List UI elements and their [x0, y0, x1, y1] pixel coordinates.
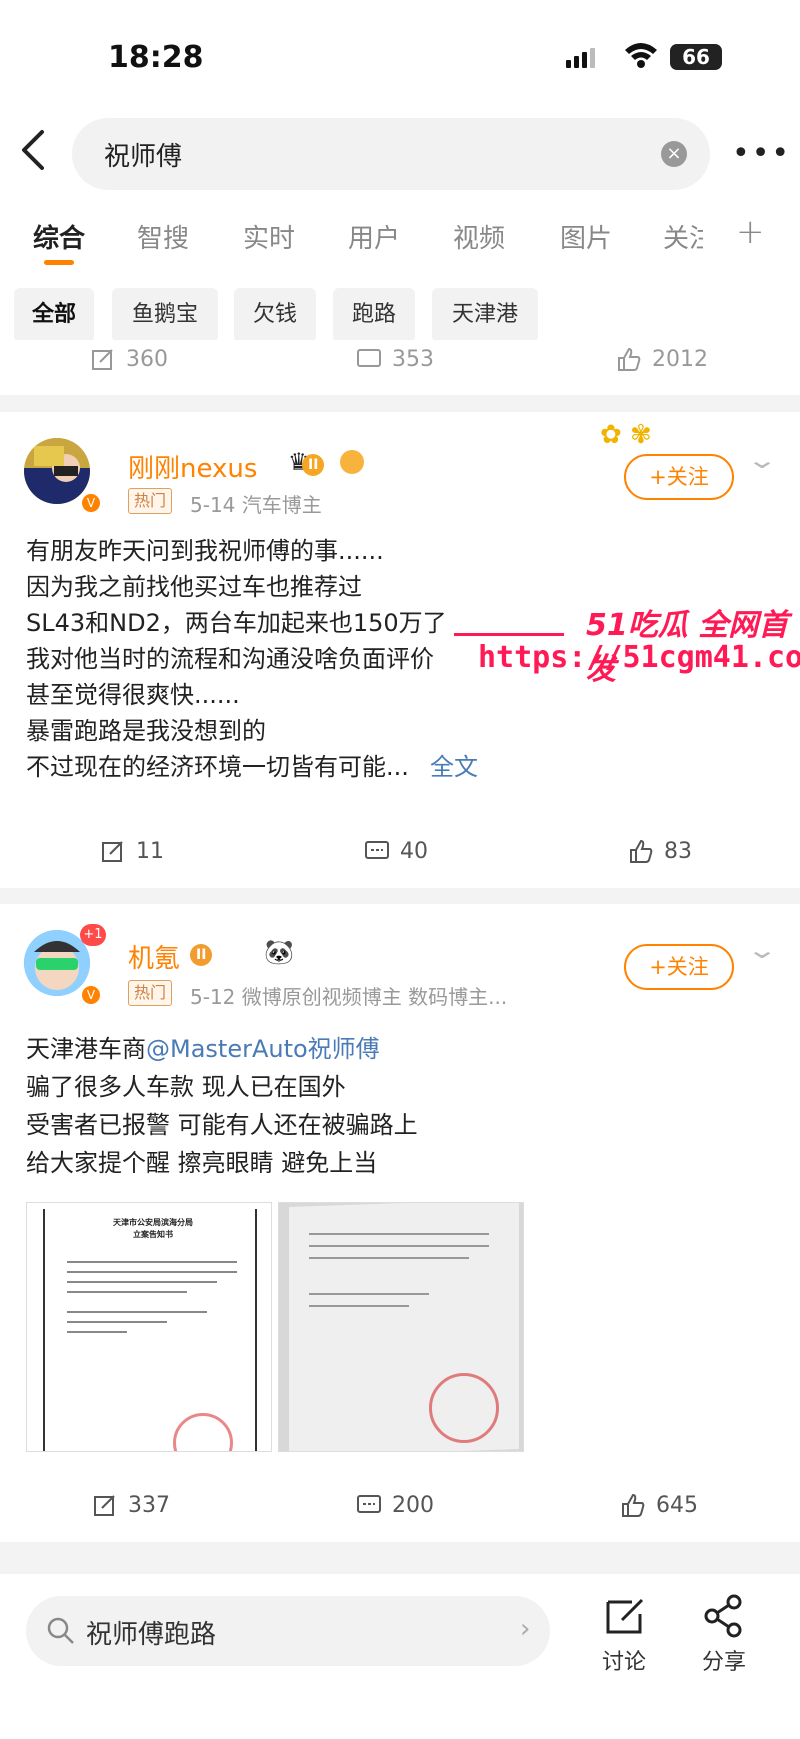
post-meta: 5-14 汽车博主 [190, 493, 322, 517]
share-label[interactable]: 分享 [702, 1644, 746, 1676]
repost-button[interactable]: 11 [100, 838, 164, 864]
repost-icon [94, 1495, 115, 1516]
post-text-line: 有朋友昨天问到我祝师傅的事...... [26, 537, 384, 565]
filter-chip[interactable]: 鱼鹅宝 [112, 288, 218, 342]
follow-button[interactable]: +关注 [624, 454, 734, 500]
hot-tag: 热门 [128, 980, 173, 1006]
watermark-line [454, 633, 564, 636]
panda-icon: 🐼 [264, 938, 294, 966]
like-button[interactable]: 645 [620, 1492, 698, 1518]
post-text-line: 受害者已报警 可能有人还在被骗路上 [26, 1111, 418, 1139]
decoration-flower-icon: ✿ ✾ [600, 420, 652, 450]
post-text-line: 给大家提个醒 擦亮眼睛 避免上当 [26, 1149, 378, 1177]
clear-icon[interactable]: × [661, 141, 687, 167]
like-icon [618, 347, 641, 371]
username[interactable]: 机氪 [128, 938, 180, 975]
like-icon [622, 1493, 645, 1517]
comment-icon [365, 841, 389, 859]
like-icon [630, 839, 653, 863]
discuss-label[interactable]: 讨论 [602, 1644, 646, 1676]
add-tab-icon[interactable]: + [736, 212, 765, 252]
status-time: 18:28 [108, 40, 204, 75]
avatar[interactable] [24, 438, 90, 504]
post-text-line: 甚至觉得很爽快...... [26, 681, 240, 709]
tab-智搜[interactable]: 智搜 [137, 218, 189, 255]
bottom-search-text: 祝师傅跑路 [86, 1620, 217, 1650]
tab-关注[interactable]: 关注 [663, 218, 703, 255]
hot-tag: 热门 [128, 488, 173, 514]
back-arrow-icon[interactable] [18, 128, 58, 178]
post-text-line: 天津港车商@MasterAuto祝师傅 [26, 1035, 380, 1063]
post-text-line: SL43和ND2，两台车加起来也150万了 [26, 609, 447, 637]
doc-title: 天津市公安局滨海分局 [113, 1218, 193, 1227]
search-query: 祝师傅 [104, 142, 183, 172]
seal-icon [429, 1373, 499, 1443]
username[interactable]: 刚刚nexus [128, 448, 257, 485]
member-icon [340, 450, 364, 474]
filter-chip[interactable]: 全部 [14, 288, 94, 342]
chevron-right-icon: › [520, 1614, 531, 1644]
post-text-line: 暴雷跑路是我没想到的 [26, 717, 266, 745]
tab-图片[interactable]: 图片 [560, 218, 612, 255]
filter-chip[interactable]: 天津港 [432, 288, 538, 342]
post-text-line: 不过现在的经济环境一切皆有可能... [26, 753, 409, 781]
tab-视频[interactable]: 视频 [453, 218, 505, 255]
post-meta: 5-12 微博原创视频博主 数码博主... [190, 985, 508, 1009]
post-image[interactable]: 天津市公安局滨海分局 立案告知书 [26, 1202, 272, 1452]
filter-chip[interactable]: 欠钱 [234, 288, 316, 342]
mention-link[interactable]: @MasterAuto祝师傅 [146, 1035, 380, 1063]
battery-indicator: 66 [670, 44, 722, 70]
filter-chip[interactable]: 跑路 [333, 288, 415, 342]
more-options-icon[interactable]: ••• [732, 136, 791, 171]
follow-button[interactable]: +关注 [624, 944, 734, 990]
expand-full-text-link[interactable]: 全文 [430, 750, 478, 785]
verified-badge-icon: V [80, 984, 102, 1006]
doc-subtitle: 立案告知书 [133, 1230, 173, 1239]
comment-icon [357, 1495, 381, 1513]
active-tab-indicator [44, 260, 74, 265]
tab-用户[interactable]: 用户 [348, 218, 400, 255]
post-image[interactable] [278, 1202, 524, 1452]
notification-badge: +1 [80, 924, 106, 946]
post-text-line: 我对他当时的流程和沟通没啥负面评价 [26, 645, 434, 673]
signal-icon [566, 48, 598, 68]
like-button[interactable]: 83 [628, 838, 692, 864]
search-icon [47, 1617, 74, 1644]
share-icon[interactable] [702, 1594, 746, 1638]
repost-icon [102, 841, 123, 862]
avatar[interactable] [24, 930, 90, 996]
like-button[interactable]: 2012 [616, 346, 708, 372]
repost-button[interactable]: 337 [92, 1492, 170, 1518]
comment-button[interactable]: 200 [356, 1492, 434, 1518]
tab-实时[interactable]: 实时 [243, 218, 295, 255]
repost-icon [92, 349, 113, 370]
chevron-down-icon[interactable]: ⌄ [746, 936, 778, 964]
wifi-icon [625, 43, 657, 68]
tab-综合[interactable]: 综合 [33, 218, 85, 255]
chevron-down-icon[interactable]: ⌄ [746, 446, 778, 474]
comment-icon [357, 349, 381, 367]
comment-button[interactable]: 40 [364, 838, 428, 864]
previous-post-stats: 360 353 2012 [0, 340, 800, 395]
repost-button[interactable]: 360 [90, 346, 168, 372]
comment-button[interactable]: 353 [356, 346, 434, 372]
watermark-url: https://51cgm41.com [478, 640, 800, 675]
verified-badge-icon: V [80, 492, 102, 514]
discuss-icon[interactable] [604, 1596, 648, 1636]
post-text-line: 骗了很多人车款 现人已在国外 [26, 1073, 346, 1101]
post-text-line: 因为我之前找他买过车也推荐过 [26, 573, 362, 601]
